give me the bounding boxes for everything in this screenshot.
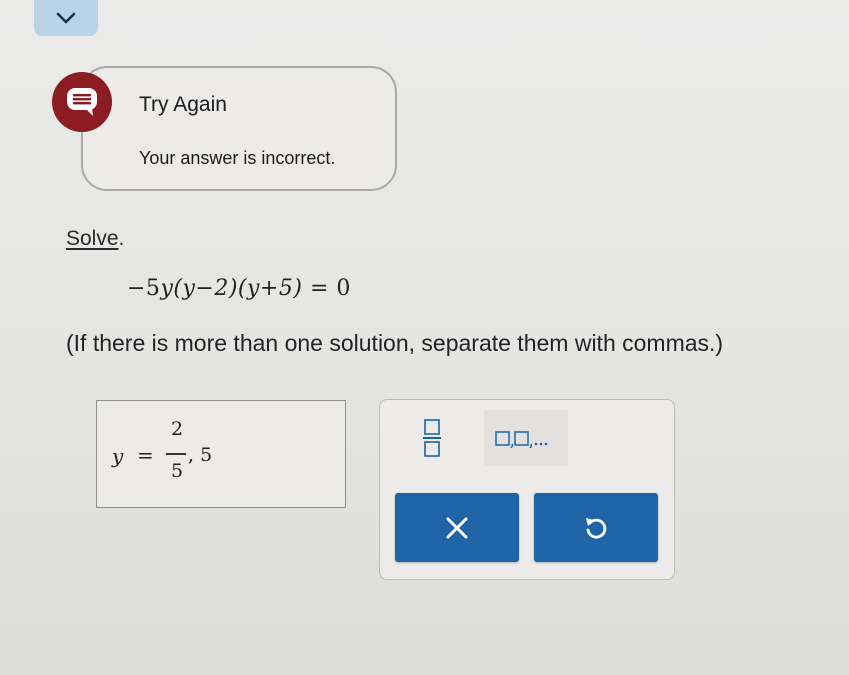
problem-directive: Solve.	[66, 227, 124, 251]
x-icon	[446, 517, 468, 538]
answer-fraction-denominator: 5	[170, 460, 184, 482]
equation-variable: y	[160, 276, 174, 301]
chevron-down-icon	[56, 12, 76, 24]
answer-equals: =	[137, 443, 154, 467]
undo-icon	[586, 517, 607, 538]
feedback-panel	[81, 66, 397, 191]
comma-list-template-icon	[495, 431, 548, 448]
equation-factor-2: (y+5)	[237, 276, 303, 301]
directive-period: .	[118, 227, 125, 250]
undo-button[interactable]	[534, 493, 658, 562]
answer-fraction-numerator: 2	[170, 418, 184, 440]
comma-list-template-button[interactable]	[484, 410, 568, 466]
feedback-message: Your answer is incorrect.	[139, 148, 336, 168]
answer-input[interactable]	[96, 400, 346, 508]
problem-instruction: (If there is more than one solution, sep…	[66, 330, 724, 356]
solve-link[interactable]: Solve	[66, 227, 119, 250]
equation-factor-1: (y−2)	[173, 276, 238, 301]
answer-variable: y	[112, 444, 124, 468]
answer-fraction-bar	[166, 453, 186, 455]
collapse-button[interactable]	[34, 0, 98, 36]
answer-remaining-values: , 5	[188, 444, 213, 466]
fraction-template-button[interactable]	[404, 410, 460, 466]
feedback-title: Try Again	[139, 93, 227, 116]
problem-equation: −5y(y−2)(y+5) = 0	[127, 276, 351, 301]
fraction-template-icon	[423, 419, 441, 457]
chat-bubble-icon	[52, 72, 112, 132]
clear-button[interactable]	[395, 493, 519, 562]
equation-coefficient: −5	[127, 276, 161, 301]
equation-rhs: = 0	[309, 276, 351, 301]
